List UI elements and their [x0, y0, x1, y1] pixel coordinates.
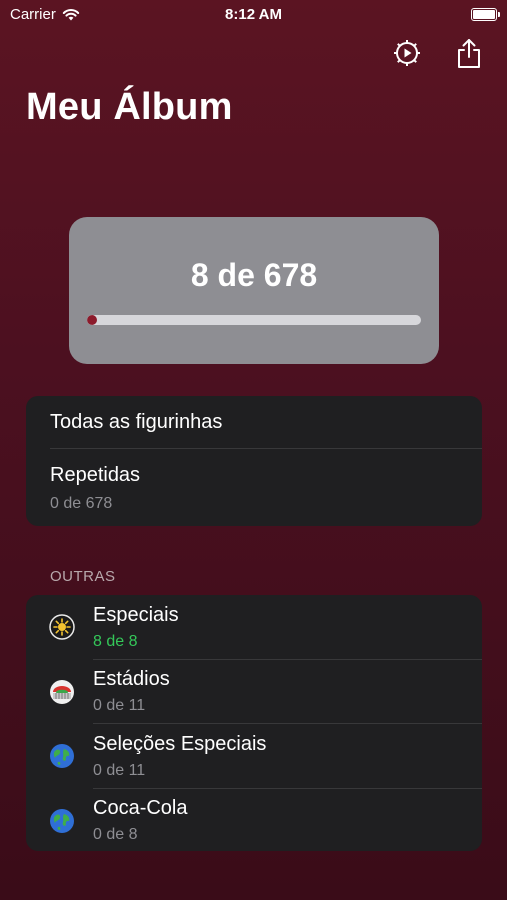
progress-bar — [87, 315, 421, 325]
stadium-icon — [50, 679, 74, 704]
list-item-title: Seleções Especiais — [93, 732, 267, 755]
carrier-label: Carrier — [10, 5, 56, 23]
list-item-selecoes-especiais[interactable]: Seleções Especiais 0 de 11 — [26, 724, 482, 789]
share-icon — [458, 39, 480, 68]
list-item-subtitle: 0 de 11 — [93, 761, 146, 779]
toolbar — [391, 36, 485, 70]
list-item-coca-cola[interactable]: Coca-Cola 0 de 8 — [26, 789, 482, 852]
battery-icon — [471, 7, 500, 21]
progress-card: 8 de 678 — [69, 217, 439, 364]
status-left: Carrier — [10, 6, 80, 23]
progress-count: 8 de 678 — [190, 257, 318, 293]
list-item-title: Coca-Cola — [93, 797, 188, 820]
list-item-all-stickers[interactable]: Todas as figurinhas — [26, 396, 482, 449]
gear-play-icon — [394, 40, 420, 66]
list-item-title: Estádios — [93, 668, 170, 691]
list-item-title: Todas as figurinhas — [50, 411, 223, 433]
globe-icon — [50, 744, 74, 769]
others-list: Especiais 8 de 8 Estádios 0 de 11 Seleçõ… — [26, 595, 482, 851]
list-item-title: Repetidas — [50, 464, 141, 486]
list-item-subtitle: 0 de 678 — [50, 495, 113, 512]
list-item-title: Especiais — [93, 603, 179, 626]
list-item-especiais[interactable]: Especiais 8 de 8 — [26, 595, 482, 660]
progress-fill — [87, 315, 97, 325]
status-time: 8:12 AM — [225, 5, 282, 23]
page-title: Meu Álbum — [26, 86, 233, 128]
main-list: Todas as figurinhas Repetidas 0 de 678 — [26, 396, 482, 526]
list-item-duplicates[interactable]: Repetidas 0 de 678 — [26, 449, 482, 526]
wifi-icon — [62, 8, 80, 20]
sun-badge-icon — [49, 614, 75, 640]
status-bar: Carrier 8:12 AM — [0, 0, 507, 28]
list-item-subtitle: 0 de 8 — [93, 826, 138, 844]
list-item-estadios[interactable]: Estádios 0 de 11 — [26, 660, 482, 724]
globe-icon — [50, 808, 74, 833]
settings-button[interactable] — [391, 36, 423, 70]
list-item-subtitle: 0 de 11 — [93, 697, 146, 715]
section-header-others: OUTRAS — [50, 568, 116, 585]
list-item-subtitle: 8 de 8 — [93, 632, 138, 650]
share-button[interactable] — [453, 36, 485, 70]
